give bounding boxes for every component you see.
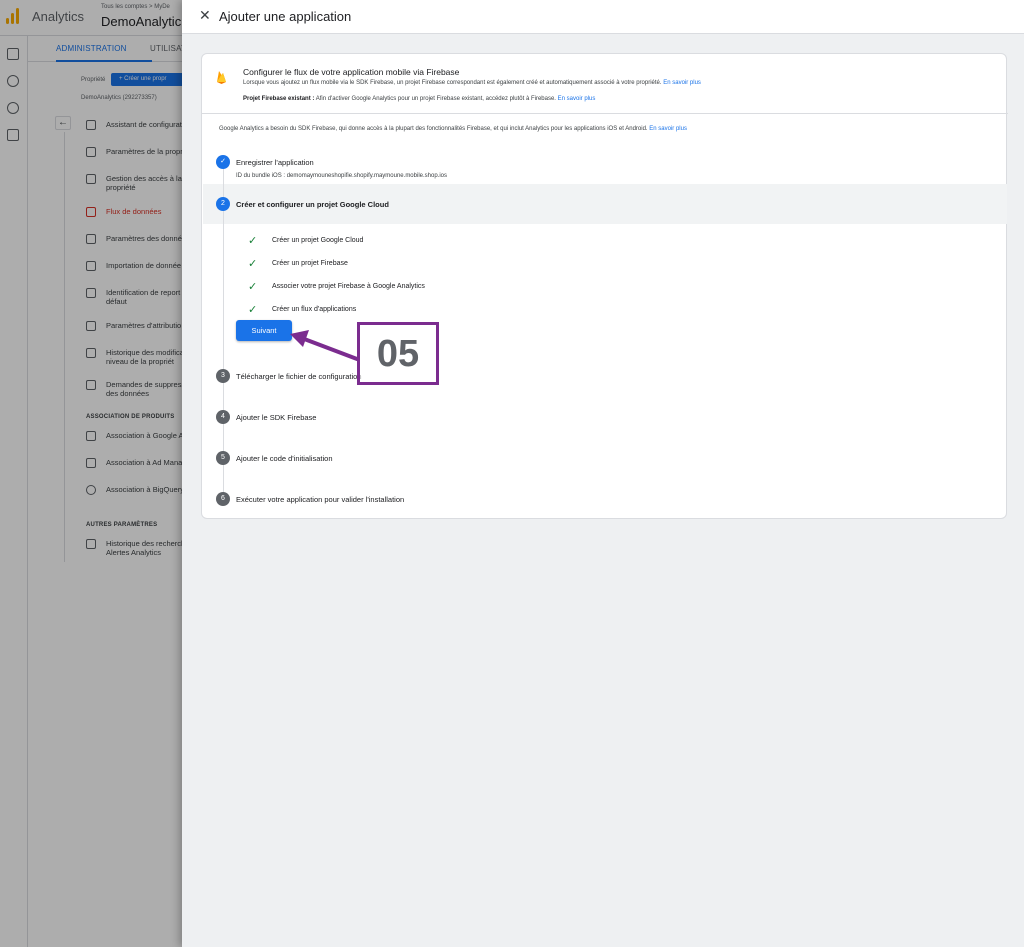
firebase-title: Configurer le flux de votre application … [243,67,460,77]
panel-header: ✕ Ajouter une application [182,0,1024,34]
annotation-step-box: 05 [357,322,439,385]
firebase-existing-project: Projet Firebase existant : Afin d'active… [243,96,596,102]
step-6-label[interactable]: Exécuter votre application pour valider … [236,495,404,504]
check-icon: ✓ [248,304,258,316]
annotation-step-number: 05 [376,333,420,375]
learn-more-link[interactable]: En savoir plus [663,80,701,86]
firebase-description: Lorsque vous ajoutez un flux mobile via … [243,80,701,86]
check-icon: ✓ [248,235,258,247]
add-app-panel: ✕ Ajouter une application Configurer le … [182,0,1024,947]
step-2-label[interactable]: Créer et configurer un projet Google Clo… [236,200,389,209]
step-3-number: 3 [216,369,230,383]
check-icon: ✓ [248,281,258,293]
panel-title: Ajouter une application [219,9,352,24]
close-icon[interactable]: ✕ [199,8,212,22]
existing-learn-more-link[interactable]: En savoir plus [558,96,596,102]
step-1-bundle-id: ID du bundle iOS : demomaymouneshopifie.… [236,173,448,179]
annotation-arrow-icon [290,330,359,361]
firebase-info-box: Configurer le flux de votre application … [202,54,1008,114]
check-icon: ✓ [248,258,258,270]
step-1-check-icon: ✓ [216,155,230,169]
next-button[interactable]: Suivant [236,320,292,341]
step-5-number: 5 [216,451,230,465]
step-3-label[interactable]: Télécharger le fichier de configuration [236,372,362,381]
step-1-label[interactable]: Enregistrer l'application [236,158,314,167]
step-5-label[interactable]: Ajouter le code d'initialisation [236,454,333,463]
sdk-intro: Google Analytics a besoin du SDK Firebas… [219,126,687,132]
firebase-icon [217,71,226,84]
step-6-number: 6 [216,492,230,506]
step-4-number: 4 [216,410,230,424]
intro-learn-more-link[interactable]: En savoir plus [649,126,687,132]
step-4-label[interactable]: Ajouter le SDK Firebase [236,413,316,422]
setup-card: Configurer le flux de votre application … [201,53,1008,519]
step-2-number: 2 [216,197,230,211]
